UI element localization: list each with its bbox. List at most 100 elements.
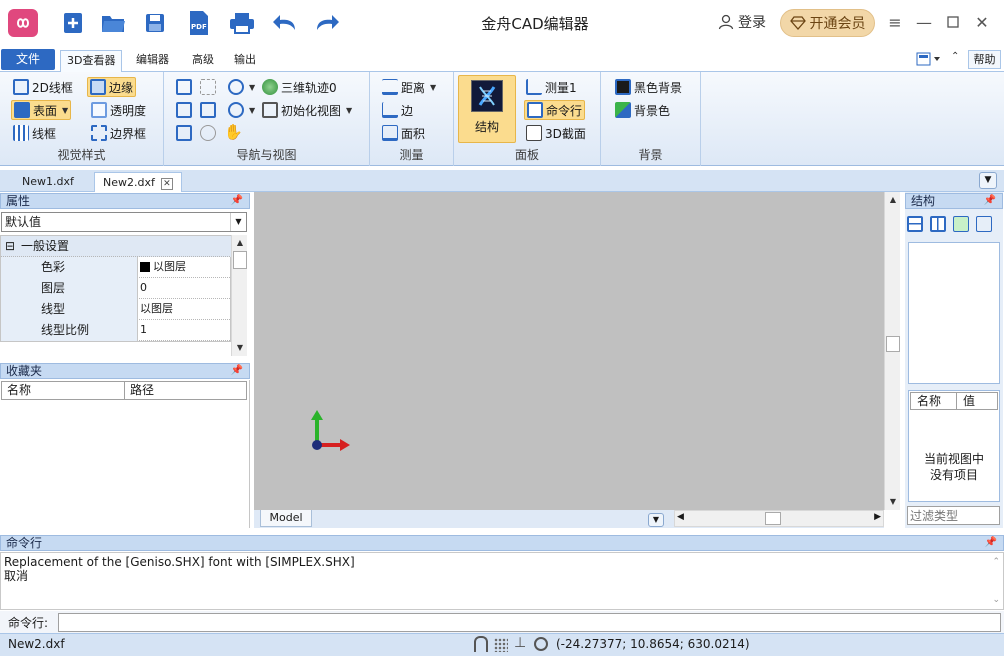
orbit-button[interactable]: 三维轨迹0: [260, 77, 339, 97]
pin-icon[interactable]: 📌: [231, 194, 243, 208]
properties-combo[interactable]: 默认值 ▼: [1, 212, 247, 232]
pin-icon[interactable]: 📌: [985, 536, 997, 550]
close-tab-icon[interactable]: ✕: [160, 178, 173, 190]
doc-tab-label: New2.dxf: [103, 176, 155, 189]
login-label: 登录: [738, 15, 766, 31]
layout-columns-icon[interactable]: [930, 216, 946, 232]
category-row[interactable]: ⊟ 一般设置: [1, 236, 232, 257]
property-name: 线型: [1, 299, 138, 320]
scroll-down-icon[interactable]: ▼: [232, 340, 248, 356]
doc-tab-new1[interactable]: New1.dxf: [14, 172, 82, 192]
layout-rows-icon[interactable]: [907, 216, 923, 232]
tab-output[interactable]: 输出: [228, 50, 262, 72]
measure1-button[interactable]: 测量1: [524, 77, 579, 97]
structure-button[interactable]: 结构: [458, 75, 516, 143]
zoom-extents-icon[interactable]: [200, 102, 216, 118]
doc-tab-new2[interactable]: New2.dxf ✕: [94, 172, 182, 192]
tabs-dropdown-icon[interactable]: ▼: [979, 172, 997, 189]
tab-editor[interactable]: 编辑器: [130, 50, 175, 72]
scroll-down-icon[interactable]: ▼: [885, 494, 901, 510]
login-button[interactable]: 登录: [718, 12, 766, 32]
background-color-button[interactable]: 背景色: [613, 100, 672, 120]
property-row[interactable]: 色彩 以图层: [1, 257, 232, 278]
grid-icon[interactable]: [494, 638, 508, 652]
favorites-title: 收藏夹: [6, 364, 43, 378]
column-value[interactable]: 值: [961, 393, 975, 409]
title-bar: PDF 金舟CAD编辑器 登录 开通会员 ≡ — ✕: [0, 0, 1004, 46]
axis-gizmo-icon: [311, 410, 350, 451]
dna-structure-icon: [471, 80, 503, 112]
layout-dropdown-icon[interactable]: [916, 51, 942, 70]
transparency-button[interactable]: 透明度: [89, 100, 148, 120]
tab-file[interactable]: 文件: [1, 49, 55, 70]
property-row[interactable]: 线型 以图层: [1, 299, 232, 320]
collapse-icon[interactable]: ⊟: [5, 236, 15, 256]
property-row[interactable]: 线型比例 1: [1, 320, 232, 341]
scroll-thumb[interactable]: [233, 251, 247, 269]
edge-button[interactable]: 边: [380, 100, 415, 120]
settings-icon[interactable]: [976, 216, 992, 232]
edges-button[interactable]: 边缘: [87, 77, 137, 97]
view-cube-icon[interactable]: [176, 102, 192, 118]
distance-button[interactable]: 距离 ▼: [380, 77, 438, 97]
wireframe-button[interactable]: 线框: [11, 123, 58, 143]
pan-view-icon[interactable]: [176, 79, 192, 95]
menu-icon[interactable]: ≡: [885, 12, 905, 32]
scroll-up-icon[interactable]: ▲: [232, 235, 248, 251]
ribbon-panel: 2D线框 边缘 表面 ▼ 透明度 线框 边界框 视觉样式 ▼ 三维轨迹0 ▼ 初…: [0, 72, 1004, 166]
favorites-list[interactable]: 名称 路径: [0, 380, 250, 528]
surface-dropdown-icon[interactable]: ▼: [62, 106, 68, 115]
bounding-box-button[interactable]: 边界框: [89, 123, 148, 143]
command-line-button[interactable]: 命令行: [524, 100, 586, 120]
maximize-icon[interactable]: [943, 12, 963, 32]
filter-type-input[interactable]: [907, 506, 1000, 525]
output-line: 取消: [4, 569, 29, 583]
column-name[interactable]: 名称: [911, 393, 957, 409]
property-row[interactable]: 图层 0: [1, 278, 232, 299]
section-3d-button[interactable]: 3D截面: [524, 123, 588, 143]
scroll-thumb[interactable]: [886, 336, 900, 352]
tab-advanced[interactable]: 高级: [186, 50, 220, 72]
command-input[interactable]: [58, 613, 1001, 632]
column-path[interactable]: 路径: [125, 382, 246, 399]
zoom-out-button[interactable]: ▼: [226, 100, 257, 120]
polar-tracking-icon[interactable]: [534, 637, 548, 651]
scroll-up-icon[interactable]: ▲: [885, 192, 901, 208]
vip-button[interactable]: 开通会员: [780, 9, 875, 37]
init-view-button[interactable]: 初始化视图 ▼: [260, 100, 354, 120]
properties-scrollbar[interactable]: ▲ ▼: [231, 235, 247, 356]
zoom-window-icon[interactable]: [200, 79, 216, 95]
collapse-ribbon-icon[interactable]: ⌃: [951, 51, 959, 62]
scroll-left-icon[interactable]: ◀: [677, 512, 684, 522]
zoom-realtime-icon[interactable]: [200, 125, 216, 141]
help-button[interactable]: 帮助: [968, 50, 1001, 69]
refresh-icon[interactable]: [953, 216, 969, 232]
close-icon[interactable]: ✕: [972, 12, 992, 32]
scroll-down-icon[interactable]: ⌄: [992, 593, 1000, 607]
area-button[interactable]: 面积: [380, 123, 427, 143]
surface-button[interactable]: 表面 ▼: [11, 100, 72, 120]
scroll-thumb[interactable]: [765, 512, 781, 525]
black-background-button[interactable]: 黑色背景: [613, 77, 684, 97]
tab-3d-viewer[interactable]: 3D查看器: [60, 50, 123, 73]
column-name[interactable]: 名称: [2, 382, 125, 399]
wireframe-2d-button[interactable]: 2D线框: [11, 77, 75, 97]
pin-icon[interactable]: 📌: [231, 364, 243, 378]
hand-pan-icon[interactable]: ✋: [224, 123, 243, 141]
viewport-vscrollbar[interactable]: ▲ ▼: [884, 192, 900, 510]
pin-icon[interactable]: 📌: [984, 194, 996, 208]
layout-dropdown-icon[interactable]: ▼: [648, 513, 664, 527]
viewport-hscrollbar[interactable]: ◀ ▶: [674, 510, 884, 527]
structure-tree[interactable]: [908, 242, 1000, 384]
zoom-in-button[interactable]: ▼: [226, 77, 257, 97]
rotate-view-icon[interactable]: [176, 125, 192, 141]
ortho-icon[interactable]: ⊥: [514, 635, 526, 651]
minimize-icon[interactable]: —: [914, 12, 934, 32]
snap-icon[interactable]: [474, 636, 488, 652]
model-tab[interactable]: Model: [260, 510, 312, 527]
scroll-up-icon[interactable]: ⌃: [992, 555, 1000, 569]
scroll-right-icon[interactable]: ▶: [874, 512, 881, 522]
cube-transparent-icon: [91, 102, 107, 118]
3d-viewport[interactable]: [254, 192, 884, 510]
group-label: 背景: [638, 148, 663, 162]
